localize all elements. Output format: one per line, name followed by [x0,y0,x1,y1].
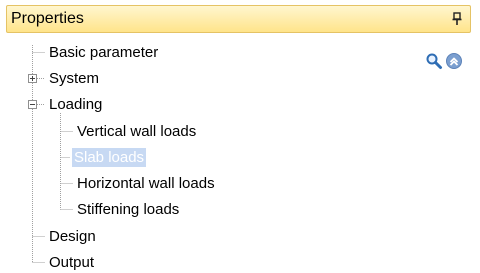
tree-item-stiffening-loads[interactable]: Stiffening loads [77,200,179,219]
tree-item-system[interactable]: System [49,69,99,88]
tree-item-slab-loads[interactable]: Slab loads [72,148,147,167]
collapse-loading-toggle[interactable] [28,100,37,109]
properties-tree: Basic parameter System Loading Vertical … [0,0,480,273]
tree-item-output[interactable]: Output [49,253,94,272]
tree-item-design[interactable]: Design [49,227,96,246]
tree-item-vertical-wall-loads[interactable]: Vertical wall loads [77,122,196,141]
expand-system-toggle[interactable] [28,74,37,83]
tree-item-horizontal-wall-loads[interactable]: Horizontal wall loads [77,174,215,193]
tree-item-loading[interactable]: Loading [49,95,102,114]
tree-item-basic-parameter[interactable]: Basic parameter [49,43,158,62]
